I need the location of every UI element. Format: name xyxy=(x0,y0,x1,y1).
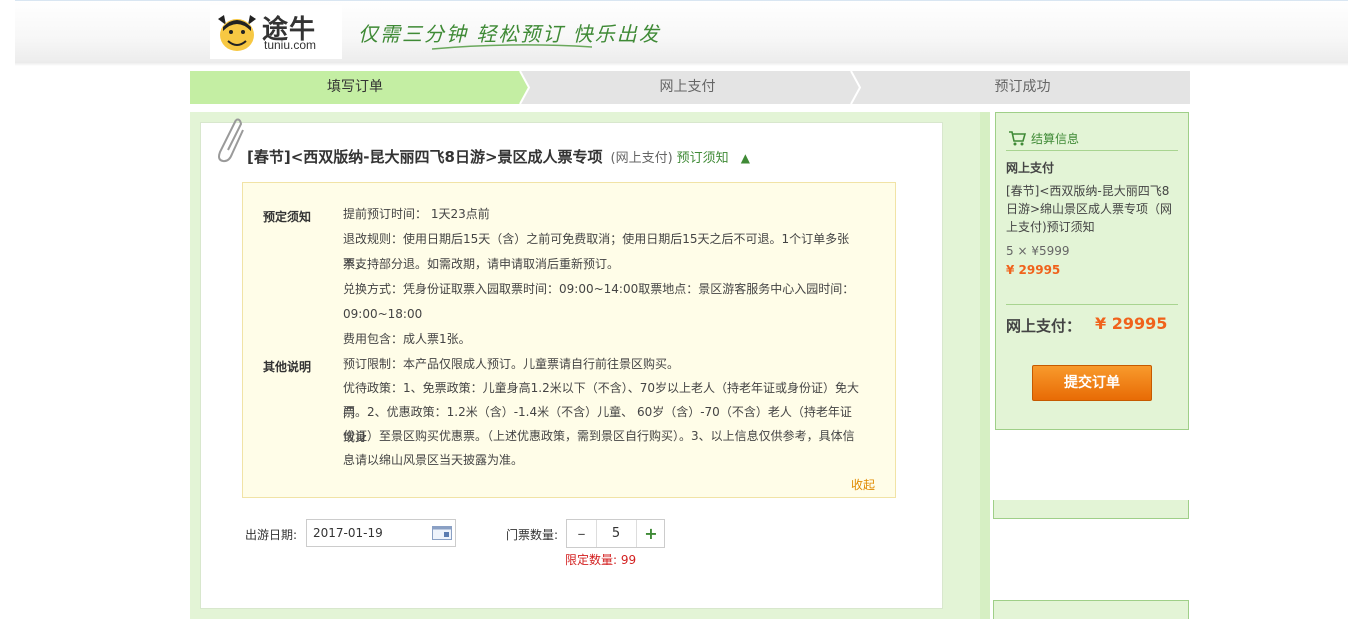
submit-order-button[interactable]: 提交订单 xyxy=(1032,365,1152,401)
notice-line: 提前预订时间： 1天23点前 xyxy=(343,207,490,221)
step-arrow-1-icon xyxy=(515,71,531,104)
notice-section-label: 预定须知 xyxy=(263,210,312,224)
ticket-qty-label: 门票数量: xyxy=(506,528,559,542)
divider xyxy=(1006,150,1178,151)
side-panel-stub xyxy=(993,600,1189,619)
pay-method-label: 网上支付 xyxy=(1006,161,1055,175)
side-panel-stub xyxy=(993,500,1189,519)
other-section-label: 其他说明 xyxy=(263,360,312,374)
subtotal: ¥ 29995 xyxy=(1006,263,1061,277)
tuniu-logo[interactable]: 途牛 tuniu.com xyxy=(210,5,342,59)
settlement-product: [春节]<西双版纳-昆大丽四飞8日游>绵山景区成人票专项（网上支付)预订须知 xyxy=(1006,184,1173,234)
step-fill-order: 填写订单 xyxy=(190,71,520,104)
product-pay-type: (网上支付) xyxy=(610,151,673,166)
notice-link[interactable]: 预订须知 xyxy=(677,151,729,166)
main-panel-edge xyxy=(980,112,990,619)
notice-box: 预定须知 其他说明 提前预订时间： 1天23点前 退改规则：使用日期后15天（含… xyxy=(242,182,896,498)
qty-price: 5 × ¥5999 xyxy=(1006,244,1070,258)
paperclip-icon xyxy=(218,118,244,163)
qty-value[interactable]: 5 xyxy=(597,520,635,547)
slogan: 仅需三分钟 轻松预订 快乐出发 xyxy=(358,22,661,46)
travel-date-label: 出游日期: xyxy=(245,528,298,542)
step-arrow-2-icon xyxy=(850,71,862,104)
divider xyxy=(1006,304,1178,305)
order-steps: 填写订单 网上支付 预订成功 xyxy=(190,71,1190,104)
collapse-link[interactable]: 收起 xyxy=(851,476,875,493)
collapse-toggle-icon[interactable]: ▲ xyxy=(741,151,750,165)
notice-line: 不支持部分退。如需改期，请申请取消后重新预订。 xyxy=(343,257,620,271)
notice-line: 份证）至景区购买优惠票。（上述优惠政策，需到景区自行购买）。3、以上信息仅供参考… xyxy=(343,429,855,443)
cart-icon xyxy=(1009,131,1026,146)
logo-en-text: tuniu.com xyxy=(264,38,317,52)
notice-line: 费用包含：成人票1张。 xyxy=(343,332,471,346)
cow-logo-icon xyxy=(218,15,256,51)
slogan-swash-icon xyxy=(432,44,592,50)
notice-line: 兑换方式：凭身份证取票入园取票时间：09:00~14:00取票地点：景区游客服务… xyxy=(343,282,855,296)
qty-minus-button[interactable]: – xyxy=(567,520,597,547)
calendar-icon[interactable] xyxy=(432,526,452,540)
notice-line: 预订限制：本产品仅限成人预订。儿童票请自行前往景区购买。 xyxy=(343,357,680,371)
header-shadow xyxy=(15,62,1348,66)
notice-line: 09:00~18:00 xyxy=(343,307,423,321)
step-online-pay: 网上支付 xyxy=(520,71,855,104)
total-value: ¥ 29995 xyxy=(1095,314,1168,333)
quantity-stepper: – 5 + xyxy=(566,519,665,548)
qty-limit-text: 限定数量: 99 xyxy=(565,553,637,567)
product-title-row: [春节]<西双版纳-昆大丽四飞8日游>景区成人票专项 (网上支付) 预订须知 ▲ xyxy=(247,146,750,167)
settlement-title: 结算信息 xyxy=(1031,132,1080,146)
qty-plus-button[interactable]: + xyxy=(636,520,665,547)
notice-line: 息请以绵山风景区当天披露为准。 xyxy=(343,453,524,467)
settlement-panel: 结算信息 网上支付 [春节]<西双版纳-昆大丽四飞8日游>绵山景区成人票专项（网… xyxy=(995,112,1189,430)
step-success: 预订成功 xyxy=(855,71,1190,104)
total-label: 网上支付： xyxy=(1006,317,1082,335)
product-title: [春节]<西双版纳-昆大丽四飞8日游>景区成人票专项 xyxy=(247,148,603,166)
